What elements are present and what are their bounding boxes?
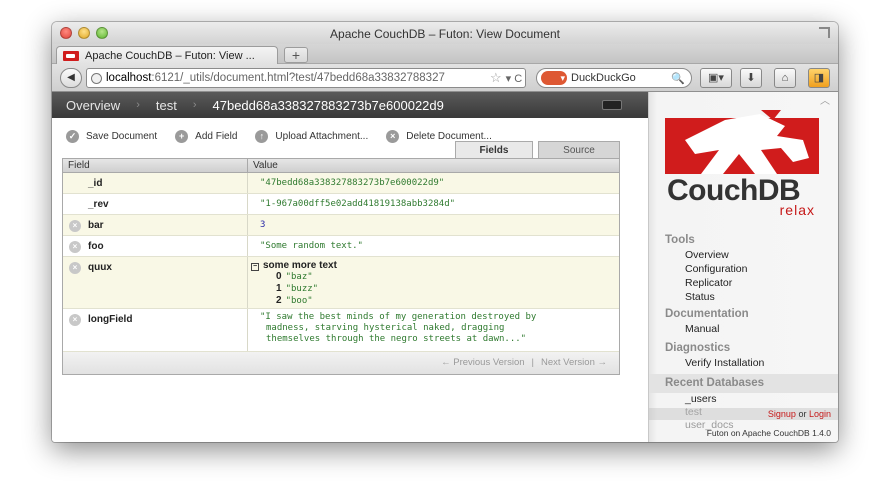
reload-icon[interactable]: ▾ C [506,72,523,85]
delete-field-icon[interactable]: × [69,220,81,232]
checkmark-icon: ✓ [66,130,79,143]
sidebar-documentation: Documentation Manual [665,308,835,336]
sidebar-item-configuration[interactable]: Configuration [665,262,835,276]
sidebar-item-overview[interactable]: Overview [665,248,835,262]
field-value[interactable]: 3 [248,215,619,235]
collapse-toggle-icon[interactable]: − [251,263,259,271]
tree-item[interactable]: 1 "buzz" [251,283,619,295]
window-title: Apache CouchDB – Futon: View Document [330,27,560,41]
home-button[interactable]: ⌂ [774,68,796,88]
field-value: "47bedd68a338327883273b7e600022d9" [260,178,445,188]
couchdb-logo-icon [665,110,819,174]
plus-icon: + [175,130,189,143]
delete-field-icon[interactable]: × [69,314,81,326]
sidebar-item-verify-installation[interactable]: Verify Installation [665,356,835,370]
sidebar-tools: Tools Overview Configuration Replicator … [665,234,835,304]
breadcrumb-overview[interactable]: Overview [66,98,120,113]
field-value[interactable]: "I saw the best minds of my generation d… [248,309,619,351]
sidebar-item-replicator[interactable]: Replicator [665,276,835,290]
breadcrumb-document: 47bedd68a338327883273b7e600022d9 [212,97,444,113]
add-field-button[interactable]: + Add Field [175,130,237,143]
couchdb-tagline: relax [779,202,815,218]
title-bar: Apache CouchDB – Futon: View Document [52,22,838,44]
field-key: × quux [63,257,248,308]
couchdb-favicon-icon [63,50,79,61]
document-fields-table: Field Value _id "47bedd68a338327883273b7… [62,158,620,375]
duckduckgo-icon[interactable] [541,71,567,85]
breadcrumb-separator-icon: › [192,99,197,111]
url-bar[interactable]: localhost:6121/_utils/document.html?test… [86,68,526,88]
upload-attachment-button[interactable]: ↑ Upload Attachment... [255,130,368,143]
delete-x-icon: × [386,130,400,143]
sidebar-heading-documentation: Documentation [665,308,749,320]
tree-item[interactable]: 0 "baz" [251,271,619,283]
search-icon[interactable]: 🔍 [671,72,685,85]
field-value: "1-967a00dff5e02add41819138abb3284d" [260,199,456,209]
breadcrumb-separator-icon: › [136,99,140,111]
sidebar-item-status[interactable]: Status [665,290,835,304]
chevron-up-icon[interactable]: ︿ [820,97,832,107]
sidebar-item-manual[interactable]: Manual [665,322,835,336]
tree-node[interactable]: − some more text [251,260,619,271]
page-content: Overview › test › 47bedd68a338327883273b… [52,92,838,442]
back-button[interactable]: ◀ [60,68,82,88]
version-footer: Futon on Apache CouchDB 1.4.0 [706,428,831,438]
fullscreen-icon[interactable] [819,27,830,38]
signup-link[interactable]: Signup [768,409,796,419]
tab-futon[interactable]: Apache CouchDB – Futon: View ... [56,46,278,64]
table-header: Field Value [63,159,619,173]
recent-db-users[interactable]: _users [649,393,838,406]
next-version-link[interactable]: Next Version → [541,357,607,368]
table-row[interactable]: × quux − some more text 0 "baz" 1 "buzz" 2 "… [63,257,619,309]
sidebar-heading-tools: Tools [665,234,695,246]
globe-icon [91,72,102,84]
sidebar-heading-diagnostics: Diagnostics [665,342,731,354]
tree-item[interactable]: 2 "boo" [251,295,619,307]
field-key: _id [63,173,248,193]
field-key: × foo [63,236,248,256]
table-row[interactable]: × longField "I saw the best minds of my … [63,309,619,352]
navigation-bar: ◀ localhost:6121/_utils/document.html?te… [52,64,838,92]
breadcrumb: Overview › test › 47bedd68a338327883273b… [52,92,648,118]
sidebar-diagnostics: Diagnostics Verify Installation [665,342,835,370]
upload-arrow-icon: ↑ [255,130,269,143]
bookmarks-menu-button[interactable]: ▣▾ [700,68,732,88]
sidebar-heading-recent: Recent Databases [649,374,838,393]
field-key: × longField [63,309,248,351]
sidebar-toggle-button[interactable] [602,100,622,110]
bookmark-star-icon[interactable]: ☆ [490,70,502,86]
table-row[interactable]: _rev "1-967a00dff5e02add41819138abb3284d… [63,194,619,215]
new-tab-button[interactable]: + [284,47,308,63]
search-engine-label[interactable]: DuckDuckGo [571,72,671,84]
downloads-button[interactable]: ⬇ [740,68,762,88]
field-value[interactable]: "Some random text." [248,236,619,256]
field-key: × bar [63,215,248,235]
couchdb-logo: CouchDB relax [665,110,819,218]
field-value: − some more text 0 "baz" 1 "buzz" 2 "boo" [248,257,619,308]
url-text[interactable]: localhost:6121/_utils/document.html?test… [106,72,486,84]
document-toolbar: ✓ Save Document + Add Field ↑ Upload Att… [66,130,510,143]
table-row[interactable]: _id "47bedd68a338327883273b7e600022d9" [63,173,619,194]
table-row[interactable]: × foo "Some random text." [63,236,619,257]
previous-version-link[interactable]: ← Previous Version [441,357,524,368]
delete-field-icon[interactable]: × [69,262,81,274]
column-header-value: Value [253,160,278,171]
tab-label: Apache CouchDB – Futon: View ... [85,49,255,62]
delete-field-icon[interactable]: × [69,241,81,253]
tab-bar: Apache CouchDB – Futon: View ... + [52,44,838,64]
login-bar: Signup or Login [649,408,838,420]
main-pane: Overview › test › 47bedd68a338327883273b… [52,92,648,442]
addon-button[interactable]: ◨ [808,68,830,88]
login-link[interactable]: Login [809,409,831,419]
column-header-field: Field [63,159,248,172]
version-pager: ← Previous Version | Next Version → [63,352,619,374]
search-bar[interactable]: DuckDuckGo 🔍 [536,68,692,88]
table-row[interactable]: × bar 3 [63,215,619,236]
sidebar: ︿ CouchDB relax Tools Overview Configura… [648,92,838,442]
breadcrumb-database[interactable]: test [156,98,177,113]
tab-source[interactable]: Source [538,141,620,159]
field-key: _rev [63,194,248,214]
save-document-button[interactable]: ✓ Save Document [66,130,157,143]
browser-window: Apache CouchDB – Futon: View Document Ap… [52,22,838,442]
